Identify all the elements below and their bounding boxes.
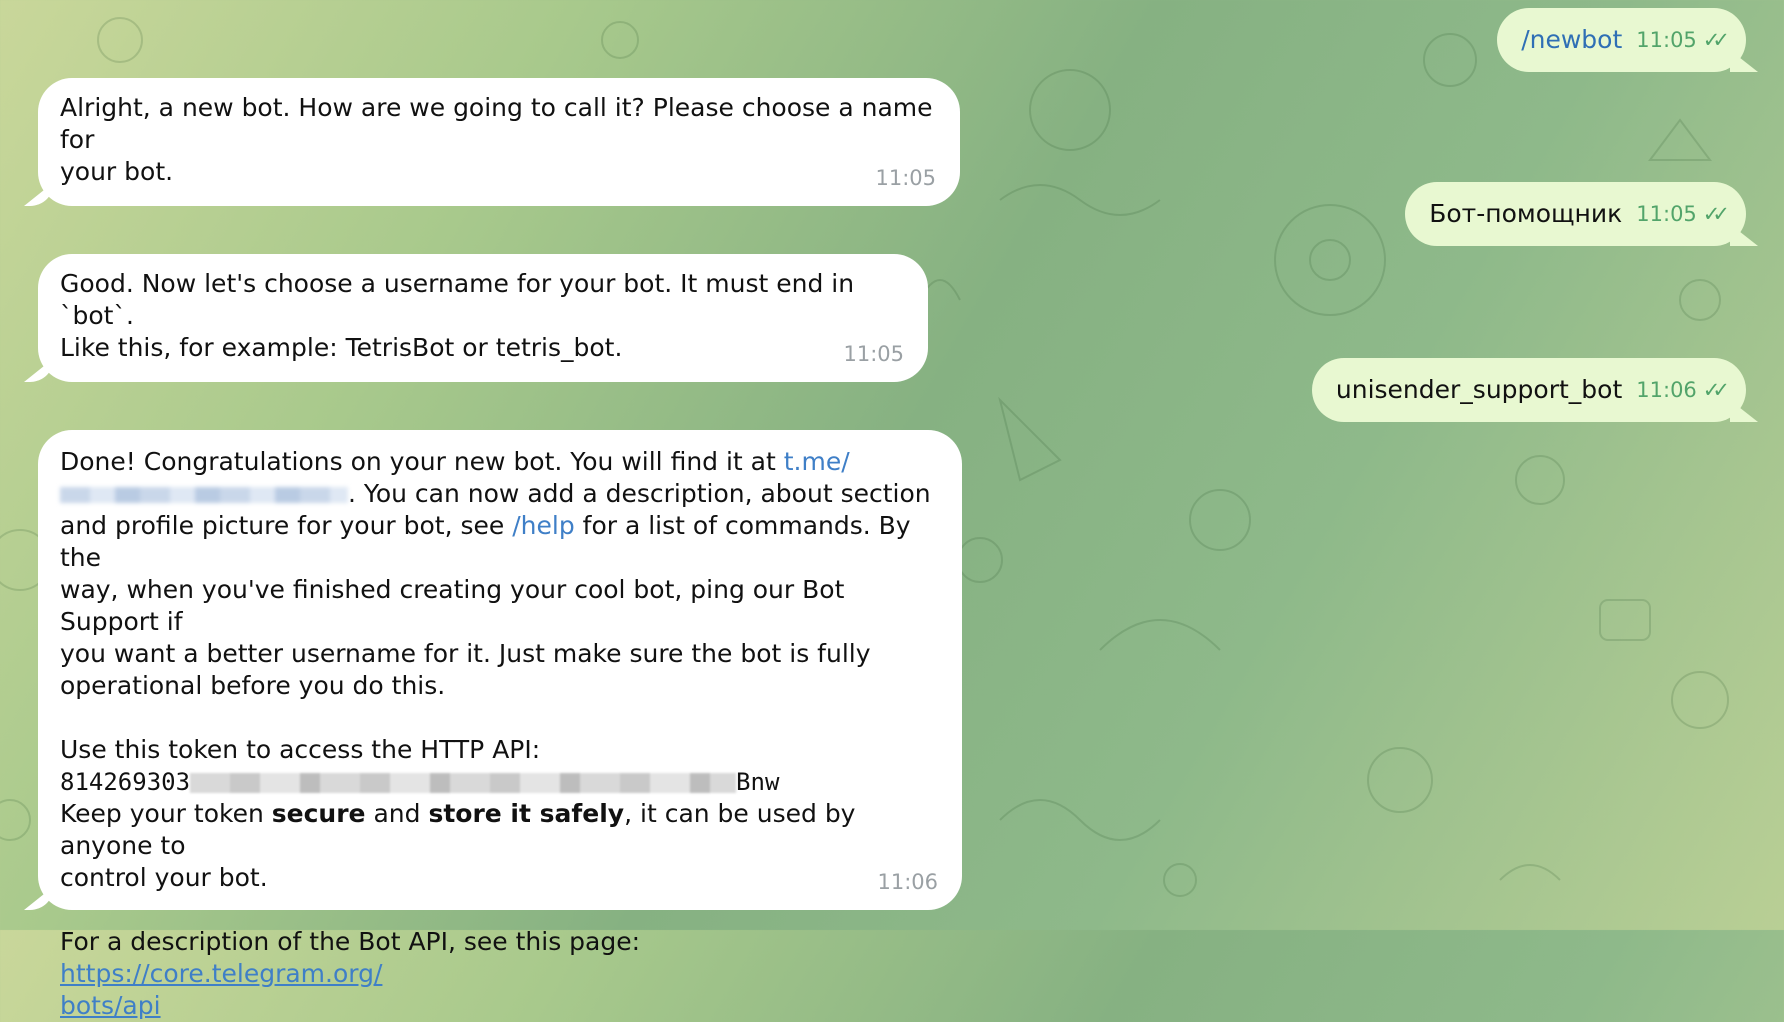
message-text: . You can now add a description, about s… [348,479,931,508]
outgoing-message-bot-name[interactable]: Бот-помощник 11:05 ✓✓ [1405,182,1758,246]
incoming-message-name-prompt[interactable]: Alright, a new bot. How are we going to … [24,78,960,206]
message-text-line: Like this, for example: TetrisBot or tet… [60,333,623,362]
message-text: Keep your token [60,799,272,828]
message-text-line: way, when you've finished creating your … [60,575,845,636]
double-check-icon: ✓✓ [1702,28,1730,52]
message-time: 11:05 [843,342,904,366]
message-text-line: Use this token to access the HTTP API: [60,735,541,764]
message-text: and profile picture for your bot, see [60,511,513,540]
message-text: Done! Congratulations on your new bot. Y… [60,447,784,476]
emphasis-store-safely: store it safely [428,799,625,828]
message-text[interactable]: /newbot [1521,24,1622,56]
message-text: Бот-помощник [1429,199,1623,228]
message-text: unisender_support_bot [1335,375,1623,404]
incoming-message-token[interactable]: Done! Congratulations on your new bot. Y… [24,430,962,1020]
outgoing-message-username[interactable]: unisender_support_bot 11:06 ✓✓ [1311,358,1758,422]
message-text: For a description of the Bot API, see th… [60,927,641,956]
redacted-token [190,773,737,793]
token-start[interactable]: 814269303 [60,768,190,796]
message-text-line: Alright, a new bot. How are we going to … [60,93,933,154]
token-end[interactable]: Bnw [736,768,779,796]
message-text-line: Good. Now let's choose a username for yo… [60,269,855,330]
message-time: 11:06 [877,870,938,894]
outgoing-message-newbot[interactable]: /newbot 11:05 ✓✓ [1497,8,1758,72]
message-time: 11:06 [1636,378,1697,402]
message-text: and [365,799,429,828]
message-time: 11:05 [875,166,936,190]
message-text-line: control your bot. [60,863,268,892]
message-time: 11:05 [1636,28,1697,52]
emphasis-secure: secure [271,799,366,828]
double-check-icon: ✓✓ [1702,378,1730,402]
bot-api-link[interactable]: https://core.telegram.org/ [60,959,382,988]
bot-link[interactable]: t.me/ [784,447,850,476]
double-check-icon: ✓✓ [1702,202,1730,226]
message-text-line: your bot. [60,157,174,186]
message-text-line: you want a better username for it. Just … [60,639,871,668]
redacted-bot-username [60,487,348,503]
help-command-link[interactable]: /help [512,511,574,540]
bot-api-link-cont[interactable]: bots/api [60,991,161,1020]
incoming-message-username-prompt[interactable]: Good. Now let's choose a username for yo… [24,254,928,382]
message-time: 11:05 [1636,202,1697,226]
message-text-line: operational before you do this. [60,671,446,700]
